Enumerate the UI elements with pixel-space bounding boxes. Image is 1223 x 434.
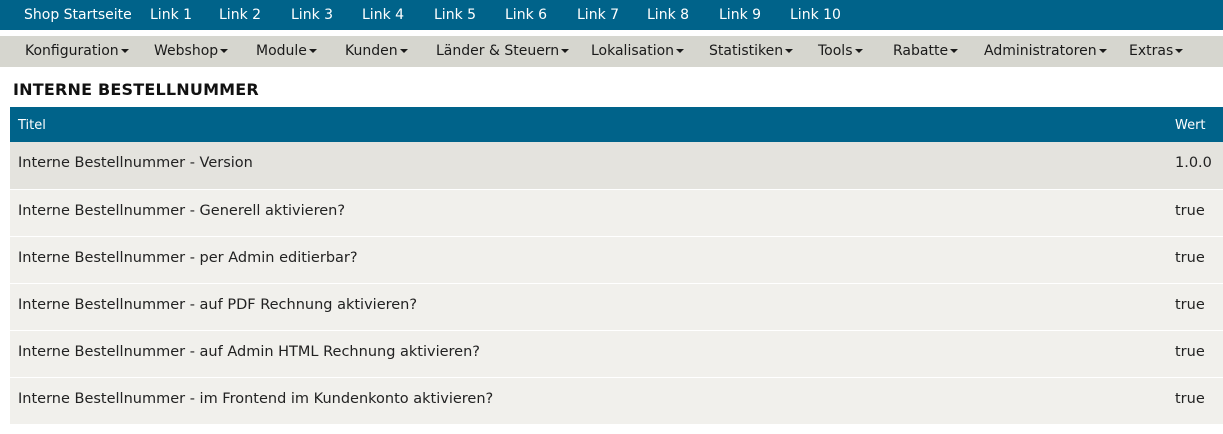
menu-konfiguration-label: Konfiguration <box>25 43 119 59</box>
chevron-down-icon <box>120 49 129 53</box>
menu-tools[interactable]: Tools <box>818 43 863 59</box>
table-row[interactable]: Interne Bestellnummer - per Admin editie… <box>10 237 1223 284</box>
chevron-down-icon <box>676 49 685 53</box>
table-row[interactable]: Interne Bestellnummer - auf PDF Rechnung… <box>10 284 1223 331</box>
table-row[interactable]: Interne Bestellnummer - im Frontend im K… <box>10 378 1223 425</box>
menu-rabatte-label: Rabatte <box>893 43 949 59</box>
page-title: INTERNE BESTELLNUMMER <box>13 80 259 99</box>
nav-link-9[interactable]: Link 9 <box>719 7 761 23</box>
chevron-down-icon <box>561 49 570 53</box>
menu-kunden[interactable]: Kunden <box>345 43 408 59</box>
menu-administratoren[interactable]: Administratoren <box>984 43 1107 59</box>
menu-tools-label: Tools <box>818 43 853 59</box>
nav-link-shop-startseite[interactable]: Shop Startseite <box>24 7 132 23</box>
table-row[interactable]: Interne Bestellnummer - Generell aktivie… <box>10 190 1223 237</box>
nav-link-10[interactable]: Link 10 <box>790 7 841 23</box>
menu-extras[interactable]: Extras <box>1129 43 1184 59</box>
menu-lokalisation-label: Lokalisation <box>591 43 675 59</box>
menu-webshop-label: Webshop <box>154 43 219 59</box>
nav-link-8[interactable]: Link 8 <box>647 7 689 23</box>
menu-laender-steuern[interactable]: Länder & Steuern <box>436 43 570 59</box>
chevron-down-icon <box>220 49 229 53</box>
menu-module[interactable]: Module <box>256 43 317 59</box>
menu-lokalisation[interactable]: Lokalisation <box>591 43 685 59</box>
nav-link-7[interactable]: Link 7 <box>577 7 619 23</box>
nav-link-6[interactable]: Link 6 <box>505 7 547 23</box>
menu-statistiken-label: Statistiken <box>709 43 784 59</box>
nav-link-5[interactable]: Link 5 <box>434 7 476 23</box>
row-title: Interne Bestellnummer - auf PDF Rechnung… <box>18 297 418 313</box>
menu-webshop[interactable]: Webshop <box>154 43 229 59</box>
chevron-down-icon <box>1098 49 1107 53</box>
top-navigation-bar: Shop Startseite Link 1 Link 2 Link 3 Lin… <box>0 0 1223 30</box>
chevron-down-icon <box>399 49 408 53</box>
row-value: 1.0.0 <box>1175 155 1212 171</box>
menu-administratoren-label: Administratoren <box>984 43 1097 59</box>
row-title: Interne Bestellnummer - Version <box>18 155 253 171</box>
column-header-value: Wert <box>1175 118 1206 133</box>
nav-link-1[interactable]: Link 1 <box>150 7 192 23</box>
menu-kunden-label: Kunden <box>345 43 398 59</box>
row-title: Interne Bestellnummer - im Frontend im K… <box>18 391 494 407</box>
menu-rabatte[interactable]: Rabatte <box>893 43 959 59</box>
row-value: true <box>1175 391 1205 407</box>
row-title: Interne Bestellnummer - Generell aktivie… <box>18 203 346 219</box>
menu-module-label: Module <box>256 43 307 59</box>
row-title: Interne Bestellnummer - per Admin editie… <box>18 250 358 266</box>
table-header: Titel Wert <box>10 107 1223 142</box>
table-row[interactable]: Interne Bestellnummer - Version 1.0.0 <box>10 142 1223 190</box>
chevron-down-icon <box>854 49 863 53</box>
chevron-down-icon <box>308 49 317 53</box>
row-value: true <box>1175 297 1205 313</box>
menu-konfiguration[interactable]: Konfiguration <box>25 43 129 59</box>
row-title: Interne Bestellnummer - auf Admin HTML R… <box>18 344 480 360</box>
row-value: true <box>1175 203 1205 219</box>
menu-extras-label: Extras <box>1129 43 1174 59</box>
chevron-down-icon <box>1175 49 1184 53</box>
menu-statistiken[interactable]: Statistiken <box>709 43 794 59</box>
config-table: Titel Wert Interne Bestellnummer - Versi… <box>10 107 1223 425</box>
main-menu-bar: Konfiguration Webshop Module Kunden Länd… <box>0 36 1223 67</box>
nav-link-2[interactable]: Link 2 <box>219 7 261 23</box>
table-row[interactable]: Interne Bestellnummer - auf Admin HTML R… <box>10 331 1223 378</box>
nav-link-3[interactable]: Link 3 <box>291 7 333 23</box>
column-header-title: Titel <box>18 118 46 133</box>
menu-laender-steuern-label: Länder & Steuern <box>436 43 560 59</box>
row-value: true <box>1175 250 1205 266</box>
nav-link-4[interactable]: Link 4 <box>362 7 404 23</box>
chevron-down-icon <box>950 49 959 53</box>
chevron-down-icon <box>785 49 794 53</box>
row-value: true <box>1175 344 1205 360</box>
